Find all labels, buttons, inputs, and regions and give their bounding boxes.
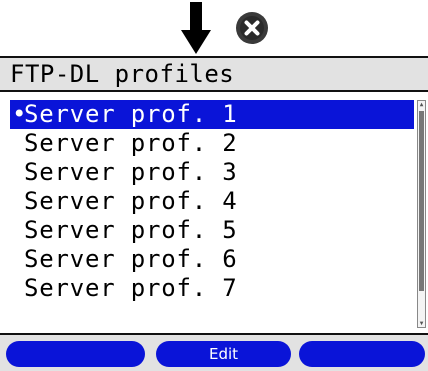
list-item-profile[interactable]: Server prof. 4: [10, 187, 414, 216]
scroll-down-arrow-icon[interactable]: ▼: [418, 320, 425, 327]
list-item-profile[interactable]: Server prof. 2: [10, 129, 414, 158]
softkey-left[interactable]: [6, 341, 145, 367]
list-item-label: Server prof. 6: [24, 245, 238, 273]
list-item-label: Server prof. 3: [24, 158, 238, 186]
profile-list: •Server prof. 1 Server prof. 2 Server prof…: [10, 100, 414, 303]
down-arrow-icon: [181, 2, 211, 54]
scrollbar[interactable]: ▲ ▼: [417, 100, 426, 328]
softkey-bar: Edit: [0, 333, 428, 371]
title-bar: FTP-DL profiles: [0, 58, 428, 92]
close-icon[interactable]: [236, 12, 268, 44]
top-icon-bar: [0, 0, 428, 56]
list-item-profile[interactable]: •Server prof. 1: [10, 100, 414, 129]
scroll-thumb[interactable]: [419, 111, 424, 291]
list-item-label: Server prof. 7: [24, 274, 238, 302]
list-item-label: Server prof. 5: [24, 216, 238, 244]
list-item-label: Server prof. 1: [24, 100, 238, 128]
list-item-profile[interactable]: Server prof. 7: [10, 274, 414, 303]
list-item-profile[interactable]: Server prof. 6: [10, 245, 414, 274]
profile-list-area: •Server prof. 1 Server prof. 2 Server prof…: [0, 92, 428, 331]
selection-marker: •: [12, 100, 28, 128]
device-screen: FTP-DL profiles •Server prof. 1 Server pr…: [0, 56, 428, 371]
scroll-up-arrow-icon[interactable]: ▲: [418, 101, 425, 108]
list-item-label: Server prof. 2: [24, 129, 238, 157]
softkey-right[interactable]: [299, 341, 425, 367]
softkey-edit[interactable]: Edit: [156, 341, 291, 367]
list-item-label: Server prof. 4: [24, 187, 238, 215]
page-title: FTP-DL profiles: [10, 60, 235, 88]
list-item-profile[interactable]: Server prof. 3: [10, 158, 414, 187]
list-item-profile[interactable]: Server prof. 5: [10, 216, 414, 245]
